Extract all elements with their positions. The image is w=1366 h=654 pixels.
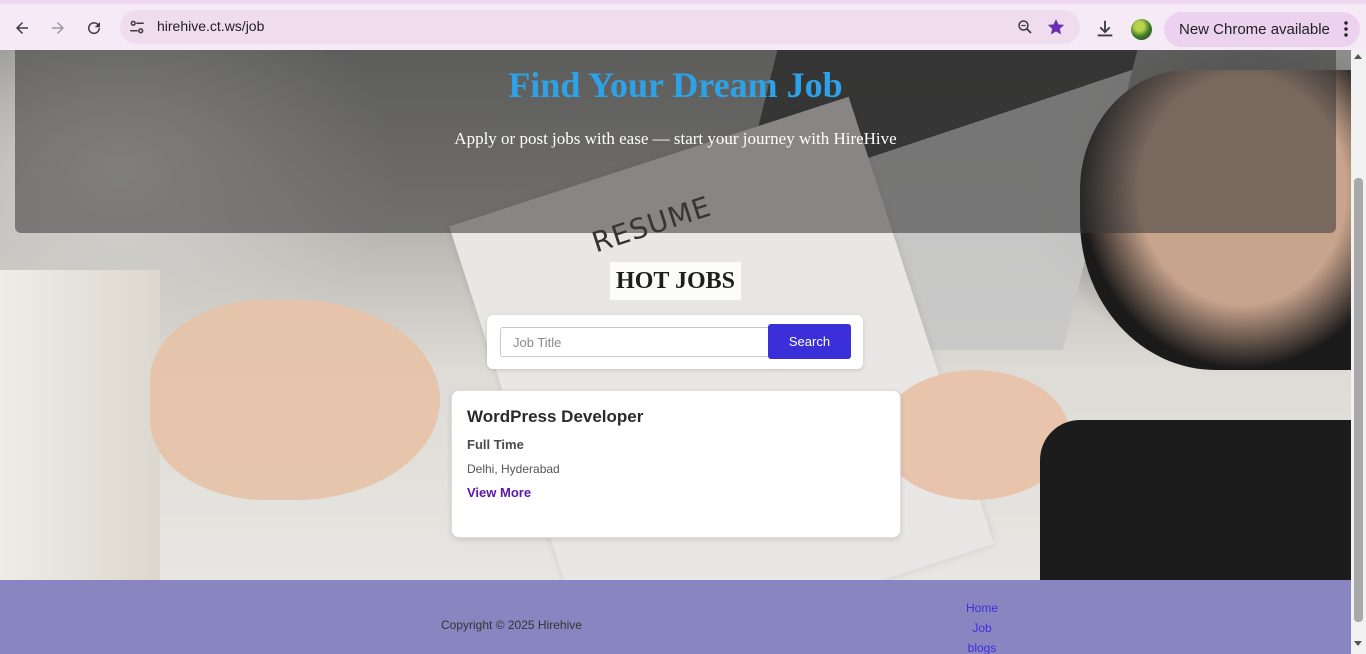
view-more-link[interactable]: View More [467,485,531,500]
new-chrome-label: New Chrome available [1179,21,1330,38]
bookmark-star-icon[interactable] [1046,17,1066,37]
footer-link-blogs[interactable]: blogs [940,638,1024,654]
footer-nav: Home Job blogs [940,598,1024,654]
scroll-down-arrow-icon[interactable] [1354,641,1362,646]
sleeve-right-shape [1040,420,1351,580]
job-search-form: Search [487,315,863,369]
job-title-input[interactable] [500,327,770,357]
more-vert-icon[interactable] [1344,20,1348,38]
hot-jobs-heading: HOT JOBS [610,262,741,300]
site-info-icon[interactable] [128,18,146,36]
hands-left-shape [150,300,440,500]
browser-toolbar: hirehive.ct.ws/job New Chrome available [0,0,1366,50]
job-card: WordPress Developer Full Time Delhi, Hyd… [451,390,901,538]
reload-icon[interactable] [80,14,108,42]
search-button[interactable]: Search [768,324,851,359]
job-title: WordPress Developer [467,407,644,426]
back-icon[interactable] [8,14,36,42]
zoom-icon[interactable] [1016,18,1034,36]
hero-subtitle: Apply or post jobs with ease — start you… [454,129,897,148]
download-icon[interactable] [1094,18,1116,40]
footer-link-job[interactable]: Job [940,618,1024,638]
scroll-thumb[interactable] [1354,178,1363,622]
url-text[interactable]: hirehive.ct.ws/job [157,18,264,34]
copyright-text: Copyright © 2025 Hirehive [441,618,582,632]
site-footer: Copyright © 2025 Hirehive Home Job blogs [0,580,1351,654]
hero-title: Find Your Dream Job [508,65,843,105]
footer-link-home[interactable]: Home [940,598,1024,618]
profile-avatar[interactable] [1131,19,1152,40]
address-bar[interactable]: hirehive.ct.ws/job [120,10,1080,44]
vertical-scrollbar[interactable] [1351,50,1366,654]
scroll-up-arrow-icon[interactable] [1354,54,1362,59]
sleeve-left-shape [0,270,160,580]
page-content: RESUME Find Your Dream Job Apply or post… [0,50,1351,654]
job-type: Full Time [467,437,524,452]
forward-icon[interactable] [44,14,72,42]
job-location: Delhi, Hyderabad [467,462,560,476]
new-chrome-button[interactable]: New Chrome available [1164,12,1360,47]
